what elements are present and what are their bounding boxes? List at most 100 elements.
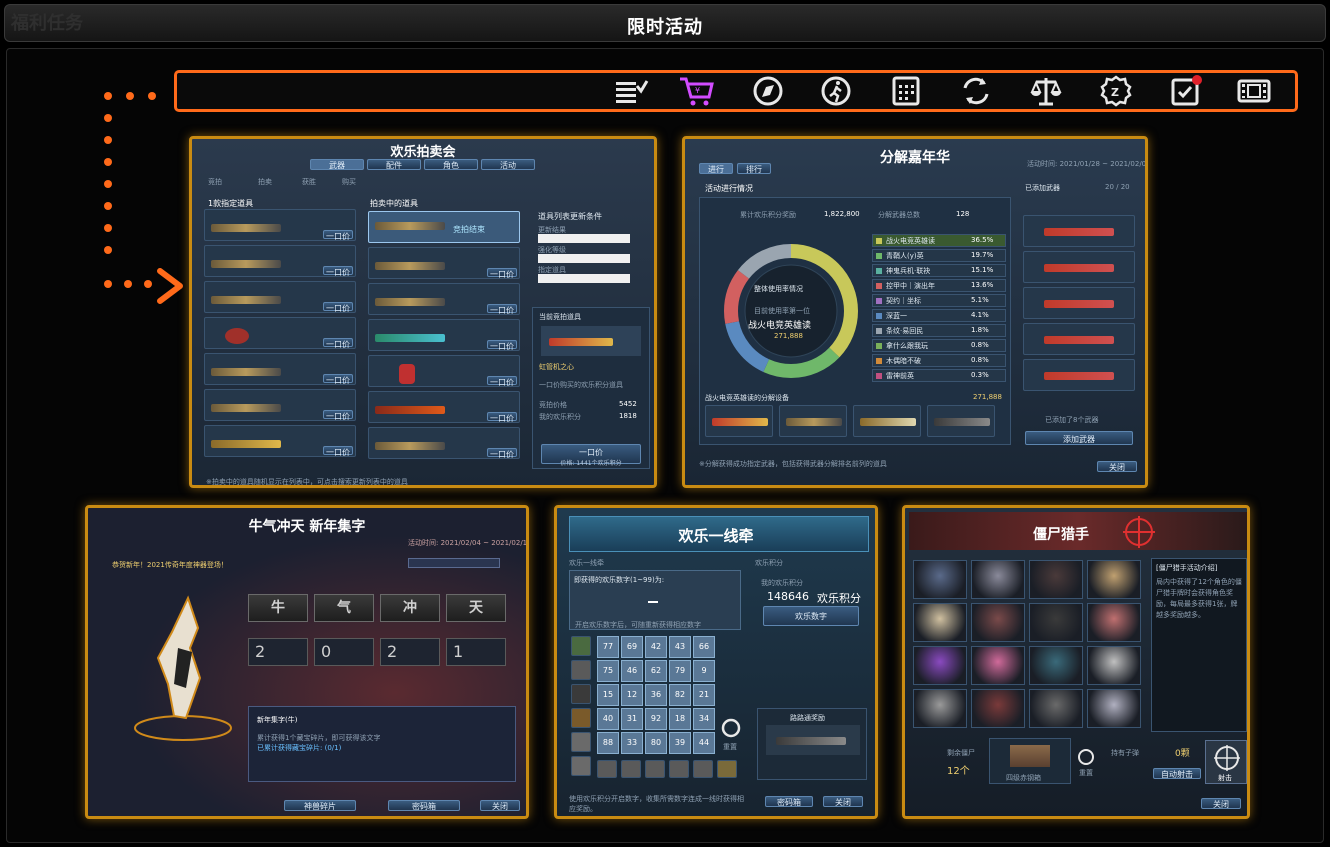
grid-cell[interactable]: 12: [621, 684, 643, 706]
weapon-slot[interactable]: [927, 405, 995, 437]
grid-cell[interactable]: 18: [669, 708, 691, 730]
grid-cell[interactable]: 46: [621, 660, 643, 682]
list-item[interactable]: 一口价: [204, 425, 356, 457]
grid-cell[interactable]: 69: [621, 636, 643, 658]
linkgame-close-button[interactable]: 关闭: [823, 796, 863, 807]
check-calendar-icon[interactable]: [1168, 74, 1204, 108]
auction-subtab-won[interactable]: 获胜: [302, 177, 316, 187]
auction-tab-role[interactable]: 角色: [424, 159, 478, 170]
compass-icon[interactable]: [750, 74, 786, 108]
char-tile[interactable]: 牛: [248, 594, 308, 622]
list-item[interactable]: 一口价: [204, 209, 356, 241]
grid-cell[interactable]: 31: [621, 708, 643, 730]
character-portrait[interactable]: [1029, 560, 1083, 599]
char-tile[interactable]: 气: [314, 594, 374, 622]
collect-select[interactable]: [408, 558, 500, 568]
character-portrait[interactable]: [971, 646, 1025, 685]
disassemble-tab-rank[interactable]: 排行: [737, 163, 771, 174]
weapon-slot[interactable]: [853, 405, 921, 437]
collect-close-button[interactable]: 关闭: [480, 800, 520, 811]
character-portrait[interactable]: [971, 689, 1025, 728]
auction-subtab-bid[interactable]: 竞拍: [208, 177, 222, 187]
grid-cell[interactable]: 77: [597, 636, 619, 658]
collect-lockbox-button[interactable]: 密码箱: [388, 800, 460, 811]
hunter-close-button[interactable]: 关闭: [1201, 798, 1241, 809]
ranking-row[interactable]: 契约｜坐标 5.1%: [872, 294, 1006, 307]
grid-cell[interactable]: 9: [693, 660, 715, 682]
grid-cell[interactable]: 42: [645, 636, 667, 658]
character-portrait[interactable]: [1029, 603, 1083, 642]
list-item[interactable]: [1023, 359, 1135, 391]
weapon-slot[interactable]: [705, 405, 773, 437]
auction-tab-event[interactable]: 活动: [481, 159, 535, 170]
grid-cell[interactable]: 62: [645, 660, 667, 682]
ranking-row[interactable]: 雷神前英 0.3%: [872, 369, 1006, 382]
grid-cell[interactable]: 40: [597, 708, 619, 730]
character-portrait[interactable]: [1087, 603, 1141, 642]
ranking-row[interactable]: 控甲中｜演出年 13.6%: [872, 279, 1006, 292]
character-portrait[interactable]: [913, 560, 967, 599]
auction-tab-weapon[interactable]: 武器: [310, 159, 364, 170]
weapon-slot[interactable]: [779, 405, 847, 437]
box-slot[interactable]: 四级赤钢箱: [989, 738, 1071, 784]
auction-subtab-buy[interactable]: 购买: [342, 177, 356, 187]
disassemble-tab-progress[interactable]: 进行: [699, 163, 733, 174]
character-portrait[interactable]: [971, 560, 1025, 599]
ranking-row[interactable]: 深蓝一 4.1%: [872, 309, 1006, 322]
linkgame-score-button[interactable]: 欢乐数字: [763, 606, 859, 626]
grid-cell[interactable]: 39: [669, 732, 691, 754]
list-item[interactable]: 一口价: [368, 355, 520, 387]
grid-cell[interactable]: 36: [645, 684, 667, 706]
linkgame-lockbox-button[interactable]: 密码箱: [765, 796, 813, 807]
character-portrait[interactable]: [1087, 689, 1141, 728]
ranking-row[interactable]: 青鞘人(y)英 19.7%: [872, 249, 1006, 262]
list-item[interactable]: 一口价: [204, 317, 356, 349]
auto-shoot-button[interactable]: 自动射击: [1153, 768, 1201, 779]
list-item[interactable]: 一口价: [204, 245, 356, 277]
add-weapon-button[interactable]: 添加武器: [1025, 431, 1133, 445]
shoot-button[interactable]: 射击: [1205, 740, 1247, 784]
zombie-badge-icon[interactable]: Z: [1098, 74, 1134, 108]
list-item[interactable]: 竞拍结束: [368, 211, 520, 243]
grid-cell[interactable]: 33: [621, 732, 643, 754]
list-item[interactable]: 一口价: [204, 353, 356, 385]
character-portrait[interactable]: [913, 603, 967, 642]
list-item[interactable]: 一口价: [368, 283, 520, 315]
ranking-row[interactable]: 条纹·易回民 1.8%: [872, 324, 1006, 337]
hunter-reset-icon[interactable]: [1077, 748, 1095, 766]
character-portrait[interactable]: [913, 646, 967, 685]
auction-subtab-sell[interactable]: 拍卖: [258, 177, 272, 187]
character-portrait[interactable]: [971, 603, 1025, 642]
character-portrait[interactable]: [1087, 560, 1141, 599]
buy-now-button[interactable]: 一口价 价格: 1441个欢乐积分: [541, 444, 641, 467]
character-portrait[interactable]: [1087, 646, 1141, 685]
scale-balance-icon[interactable]: [1028, 74, 1064, 108]
film-strip-icon[interactable]: [1236, 74, 1272, 108]
grid-cell[interactable]: 80: [645, 732, 667, 754]
grid-cell[interactable]: 43: [669, 636, 691, 658]
grid-cell[interactable]: 92: [645, 708, 667, 730]
ranking-row[interactable]: 神鬼兵机·联袂 15.1%: [872, 264, 1006, 277]
reset-icon[interactable]: [721, 718, 741, 738]
grid-cell[interactable]: 34: [693, 708, 715, 730]
list-item[interactable]: 一口价: [204, 389, 356, 421]
character-portrait[interactable]: [913, 689, 967, 728]
grid-cell[interactable]: 75: [597, 660, 619, 682]
char-tile[interactable]: 天: [446, 594, 506, 622]
grid-cell[interactable]: 88: [597, 732, 619, 754]
list-item[interactable]: 一口价: [368, 427, 520, 459]
list-item[interactable]: 一口价: [368, 247, 520, 279]
grid-cell[interactable]: 21: [693, 684, 715, 706]
list-item[interactable]: [1023, 287, 1135, 319]
list-item[interactable]: [1023, 215, 1135, 247]
disassemble-close-button[interactable]: 关闭: [1097, 461, 1137, 472]
grid-cell[interactable]: 15: [597, 684, 619, 706]
specified-item-select[interactable]: [538, 274, 630, 283]
grid-cell[interactable]: 66: [693, 636, 715, 658]
grid-cell[interactable]: 79: [669, 660, 691, 682]
list-item[interactable]: [1023, 251, 1135, 283]
ranking-row[interactable]: 木偶暗不破 0.8%: [872, 354, 1006, 367]
update-result-select[interactable]: [538, 234, 630, 243]
upgrade-level-select[interactable]: [538, 254, 630, 263]
shard-button[interactable]: 神兽碎片: [284, 800, 356, 811]
